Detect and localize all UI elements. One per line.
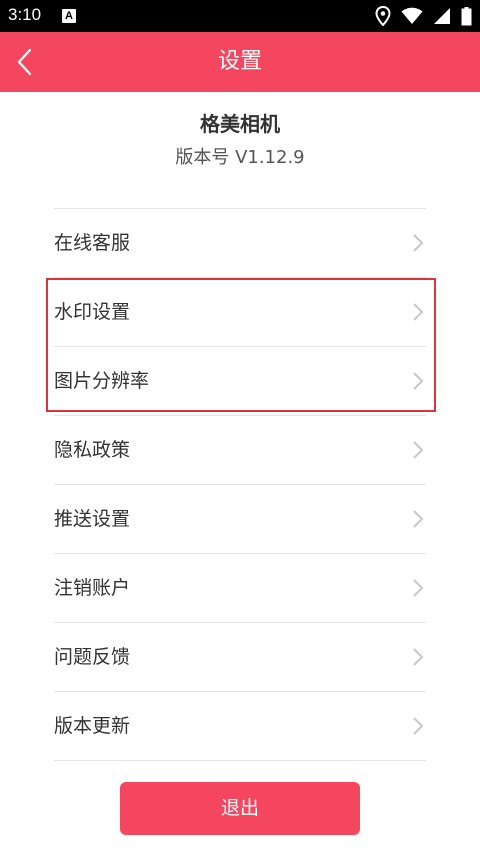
chevron-right-icon [413,234,424,252]
chevron-left-icon [17,48,32,76]
settings-item-label: 图片分辨率 [54,370,150,392]
chevron-right-icon [413,510,424,528]
settings-item-label: 水印设置 [54,301,131,323]
status-bar: 3:10 A [0,0,480,32]
settings-item-customer-service[interactable]: 在线客服 [54,209,426,278]
settings-item-delete-account[interactable]: 注销账户 [54,554,426,623]
chevron-right-icon [413,648,424,666]
settings-item-push[interactable]: 推送设置 [54,485,426,554]
status-time: 3:10 [8,5,42,24]
settings-item-watermark[interactable]: 水印设置 [54,278,426,347]
status-icons [375,6,472,26]
settings-item-label: 问题反馈 [54,646,131,668]
version-label: 版本号 V1.12.9 [175,147,305,168]
back-button[interactable] [8,42,48,82]
logout-button[interactable]: 退出 [120,782,360,835]
settings-item-resolution[interactable]: 图片分辨率 [54,347,426,416]
settings-item-label: 隐私政策 [54,439,131,461]
notification-icon: A [62,9,76,23]
page-title: 设置 [217,49,262,74]
settings-item-label: 版本更新 [54,715,131,737]
settings-item-label: 推送设置 [54,508,131,530]
settings-item-privacy[interactable]: 隐私政策 [54,416,426,485]
settings-item-feedback[interactable]: 问题反馈 [54,623,426,692]
app-bar: 设置 [0,32,480,92]
chevron-right-icon [413,717,424,735]
chevron-right-icon [413,441,424,459]
signal-icon [434,8,450,24]
settings-list: 在线客服 水印设置 图片分辨率 隐私政策 推送设置 注销账户 问题反馈 版本更新 [54,208,426,761]
chevron-right-icon [413,372,424,390]
settings-item-update[interactable]: 版本更新 [54,692,426,761]
wifi-icon [401,7,423,24]
location-icon [375,6,391,26]
battery-icon [461,6,472,25]
chevron-right-icon [413,303,424,321]
chevron-right-icon [413,579,424,597]
settings-item-label: 在线客服 [54,232,131,254]
app-name: 格美相机 [200,112,280,136]
settings-item-label: 注销账户 [54,577,131,599]
